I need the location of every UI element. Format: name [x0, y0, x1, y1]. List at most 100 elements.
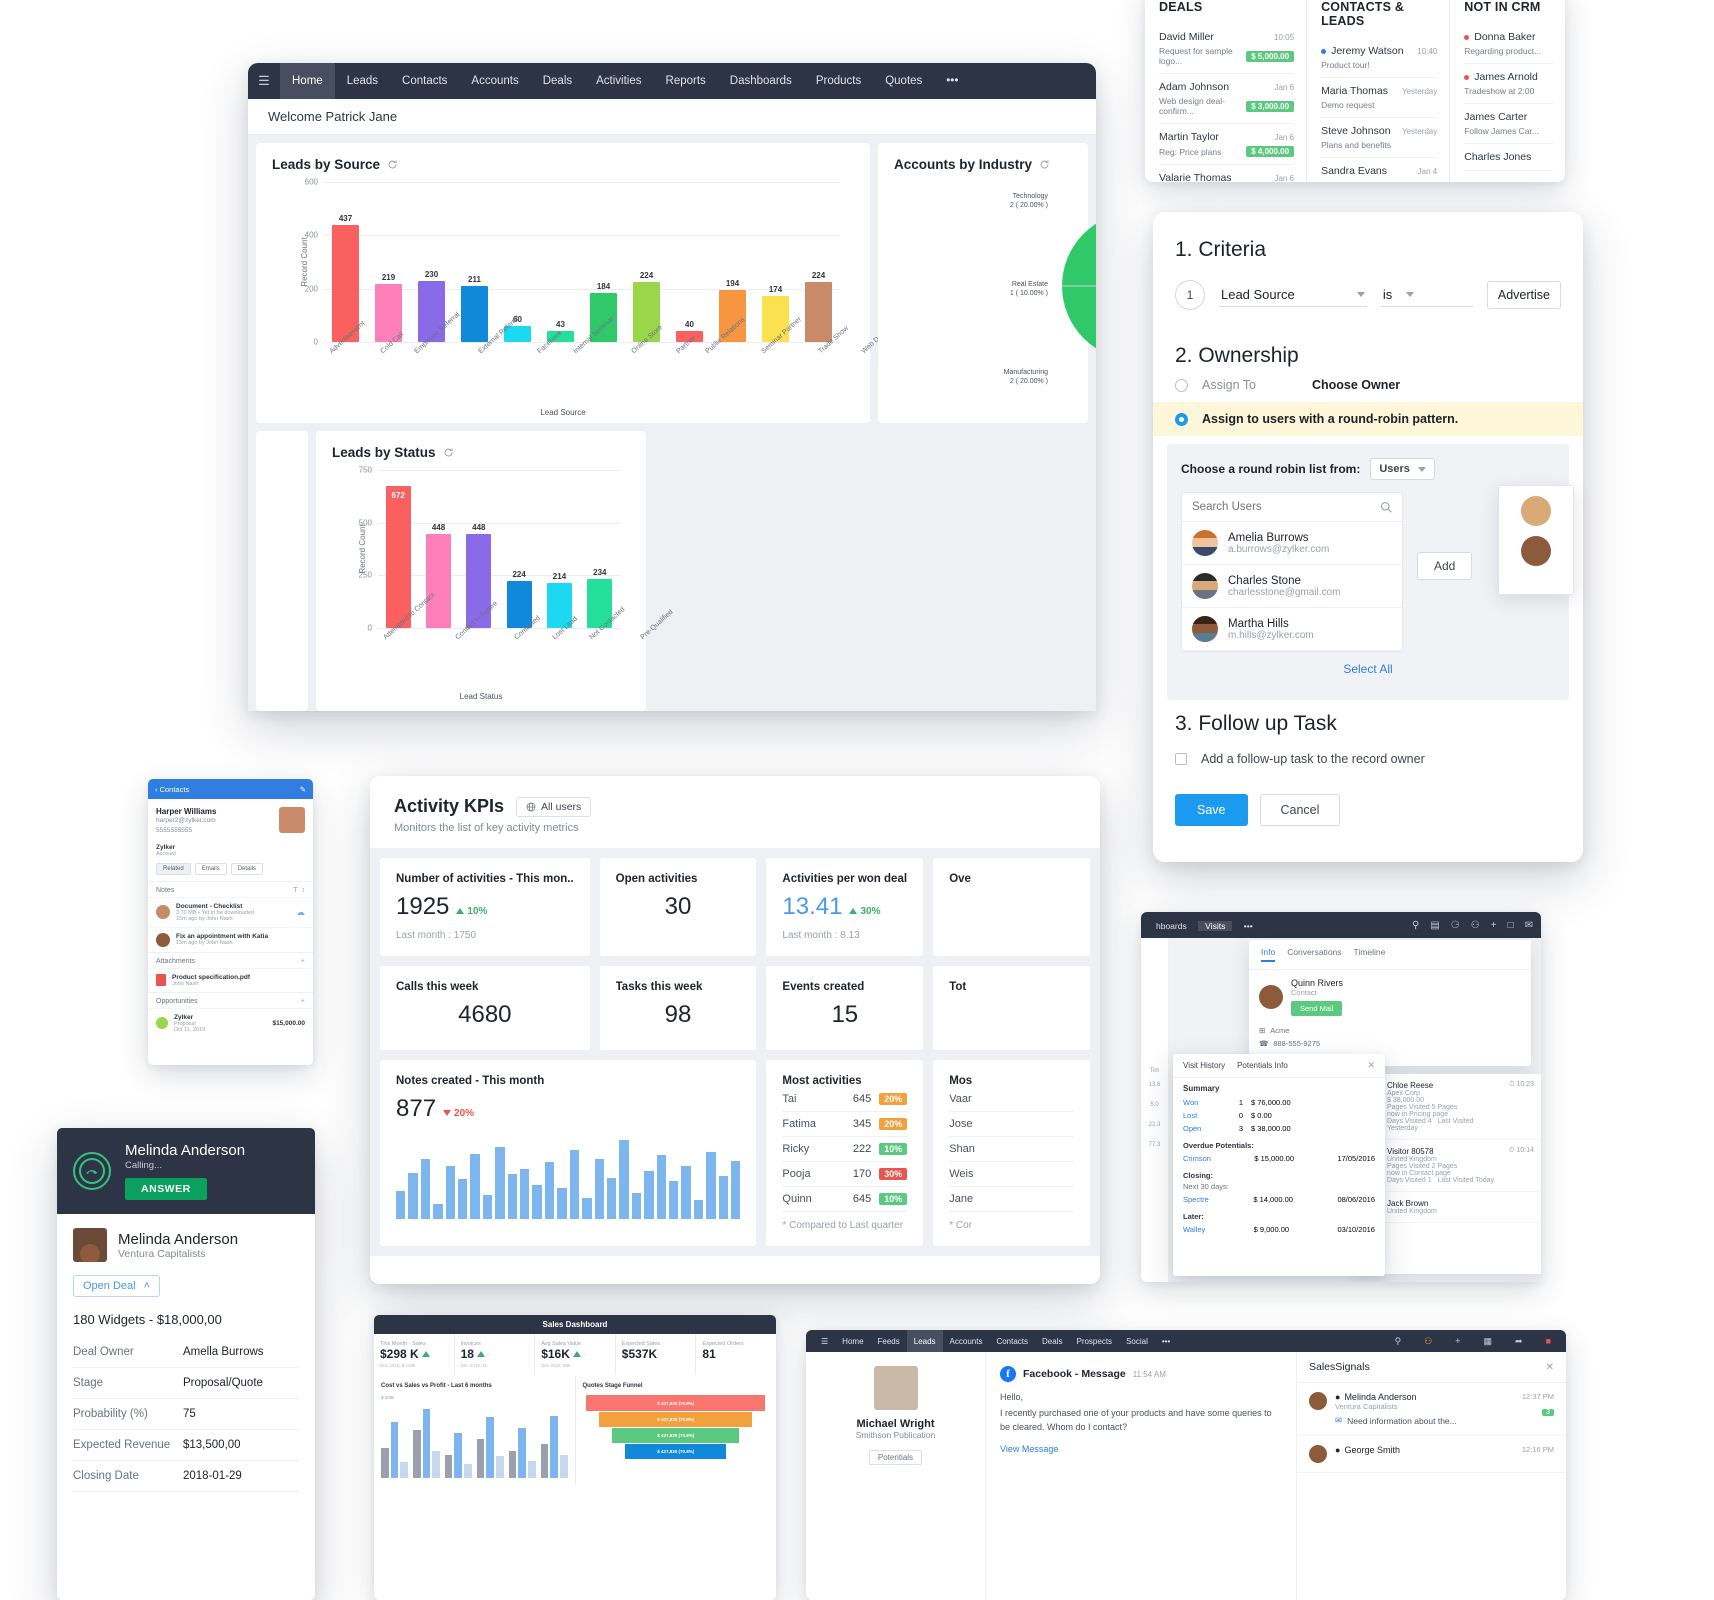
search-icon[interactable]	[1380, 501, 1392, 513]
pencil-icon[interactable]: ✎	[300, 785, 306, 794]
bar[interactable]	[518, 1428, 526, 1478]
bar[interactable]	[454, 1432, 463, 1478]
social-nav-prospects[interactable]: Prospects	[1069, 1337, 1119, 1346]
bar-column[interactable]: 230	[410, 182, 453, 342]
view-message-link[interactable]: View Message	[1000, 1444, 1282, 1454]
visits-nav-more[interactable]: •••	[1237, 921, 1260, 931]
bar[interactable]	[444, 1454, 453, 1478]
nav-item-reports[interactable]: Reports	[654, 63, 718, 99]
signal-row[interactable]: ● George Smith 12:16 PM	[1297, 1436, 1566, 1473]
add-user-button[interactable]: Add	[1417, 552, 1473, 580]
bar[interactable]	[432, 1451, 440, 1478]
social-nav-leads[interactable]: Leads	[906, 1330, 943, 1352]
feed-row[interactable]: Martin Taylor Jan 6 Reg: Price plans $ 4,00…	[1159, 124, 1295, 165]
bar-column[interactable]: 214	[539, 470, 579, 628]
list-item[interactable]: Vaar	[949, 1087, 1074, 1112]
sales-kpi[interactable]: This Month - Sales $298 K Dec 2016: $ 12…	[374, 1334, 454, 1375]
bar-column[interactable]: 234	[580, 470, 620, 628]
sales-kpi[interactable]: Avg Sales Value $16K Dec 2016: $9k	[535, 1334, 615, 1375]
visits-nav-dashboards[interactable]: hboards	[1149, 921, 1194, 931]
notes-tools[interactable]: T ↕	[293, 887, 305, 894]
search-icon[interactable]: ⚲	[1412, 920, 1419, 931]
criteria-field-select[interactable]: Lead Source	[1218, 283, 1367, 307]
bar[interactable]	[464, 1463, 472, 1478]
criteria-operator-select[interactable]: is	[1380, 283, 1473, 307]
bar-column[interactable]: 224	[797, 182, 840, 342]
kpi-card[interactable]: Activities per won deal 13.41 30% Last m…	[766, 858, 924, 956]
bar[interactable]	[476, 1439, 485, 1478]
bar[interactable]	[425, 533, 451, 628]
tab-timeline[interactable]: Timeline	[1354, 947, 1386, 962]
bar[interactable]	[540, 1443, 549, 1478]
add-attachment-icon[interactable]: +	[301, 958, 305, 965]
social-nav-feeds[interactable]: Feeds	[871, 1337, 907, 1346]
nav-item-products[interactable]: Products	[804, 63, 873, 99]
list-item[interactable]: Jose	[949, 1112, 1074, 1137]
bar[interactable]	[508, 1451, 517, 1478]
hamburger-icon[interactable]: ☰	[248, 63, 280, 99]
refresh-icon[interactable]	[443, 447, 454, 458]
kpi-card[interactable]: Tot	[933, 966, 1090, 1050]
criteria-value-input[interactable]: Advertise	[1486, 281, 1561, 309]
mobile-note-item[interactable]: Fix an appointment with Katia 15m ago by…	[148, 926, 313, 952]
bar[interactable]	[559, 1454, 568, 1478]
bell-icon[interactable]: ⚇	[1471, 920, 1480, 931]
funnel-stage[interactable]: $ 427,830 (70.8%)	[625, 1444, 727, 1459]
signal-row[interactable]: ● Melinda Anderson Ventura Capitalists ✉ N…	[1297, 1383, 1566, 1436]
nav-item-home[interactable]: Home	[280, 63, 335, 99]
potential-name[interactable]: Crimson	[1183, 1154, 1211, 1163]
bar[interactable]	[461, 285, 488, 342]
refresh-icon[interactable]	[387, 159, 398, 170]
nav-item-activities[interactable]: Activities	[584, 63, 653, 99]
tab-visit-history[interactable]: Visit History	[1183, 1061, 1225, 1070]
mobile-tab-details[interactable]: Details	[230, 862, 264, 875]
search-users-input[interactable]	[1192, 501, 1342, 513]
mobile-tab-emails[interactable]: Emails	[194, 862, 227, 875]
cancel-button[interactable]: Cancel	[1259, 794, 1341, 826]
social-nav-contacts[interactable]: Contacts	[989, 1337, 1035, 1346]
bar-column[interactable]: 174	[754, 182, 797, 342]
kpi-card[interactable]: Open activities 30	[599, 858, 757, 956]
assign-to-option[interactable]: Assign To Choose Owner	[1153, 368, 1583, 402]
round-robin-option[interactable]: Assign to users with a round-robin patte…	[1153, 402, 1583, 436]
mobile-back-button[interactable]: ‹ Contacts	[155, 785, 189, 794]
mobile-note-item[interactable]: Document - Checklist 3.70 MB • Yet to be…	[148, 896, 313, 927]
plus-icon[interactable]: +	[1491, 920, 1497, 931]
refresh-icon[interactable]	[1039, 159, 1050, 170]
bar[interactable]	[486, 1417, 495, 1478]
mobile-attachment-item[interactable]: Product specification.pdf John Nash	[148, 967, 313, 992]
answer-button[interactable]: ANSWER	[125, 1178, 207, 1200]
nav-item-more[interactable]: •••	[934, 63, 970, 99]
user-list-item[interactable]: Amelia Burrows a.burrows@zylker.com	[1182, 522, 1402, 565]
sales-kpi[interactable]: Expected Sales $537K	[615, 1334, 696, 1375]
user-list-item[interactable]: Charles Stone charlesstone@gmail.com	[1182, 565, 1402, 608]
nav-item-accounts[interactable]: Accounts	[459, 63, 530, 99]
followup-checkbox-row[interactable]: Add a follow-up task to the record owner	[1153, 736, 1583, 776]
note-icon[interactable]: □	[1508, 920, 1514, 931]
all-users-filter[interactable]: All users	[516, 796, 592, 817]
social-nav-more[interactable]: •••	[1155, 1337, 1177, 1346]
choose-owner-label[interactable]: Choose Owner	[1312, 378, 1400, 392]
hamburger-icon[interactable]: ☰	[814, 1337, 835, 1346]
send-mail-button[interactable]: Send Mail	[1291, 1001, 1343, 1016]
feed-row[interactable]: James Arnold Tradeshow at 2:00	[1464, 64, 1554, 104]
social-nav-home[interactable]: Home	[835, 1337, 870, 1346]
nav-item-quotes[interactable]: Quotes	[873, 63, 934, 99]
save-button[interactable]: Save	[1175, 794, 1248, 826]
tab-info[interactable]: Info	[1261, 947, 1276, 962]
bar[interactable]	[527, 1460, 536, 1478]
gamepad-icon[interactable]: ▤	[1430, 920, 1439, 931]
nav-item-dashboards[interactable]: Dashboards	[718, 63, 804, 99]
nav-item-deals[interactable]: Deals	[531, 63, 584, 99]
list-item[interactable]: Fatima 345 20%	[782, 1112, 908, 1137]
mobile-opportunity-item[interactable]: Zylker Proposal Oct 11, 2019 $15,000.00	[148, 1007, 313, 1038]
open-deal-toggle[interactable]: Open Deal ˄	[73, 1275, 161, 1297]
potential-name[interactable]: Spectre	[1183, 1195, 1209, 1204]
tab-conversations[interactable]: Conversations	[1287, 947, 1341, 962]
sales-kpi[interactable]: Expected Orders 81	[696, 1334, 776, 1375]
bar-column[interactable]: 40	[668, 182, 711, 342]
nav-item-contacts[interactable]: Contacts	[390, 63, 459, 99]
bar-column[interactable]: 184	[582, 182, 625, 342]
bar[interactable]	[550, 1415, 558, 1478]
user-icon[interactable]: ■	[1539, 1336, 1558, 1347]
